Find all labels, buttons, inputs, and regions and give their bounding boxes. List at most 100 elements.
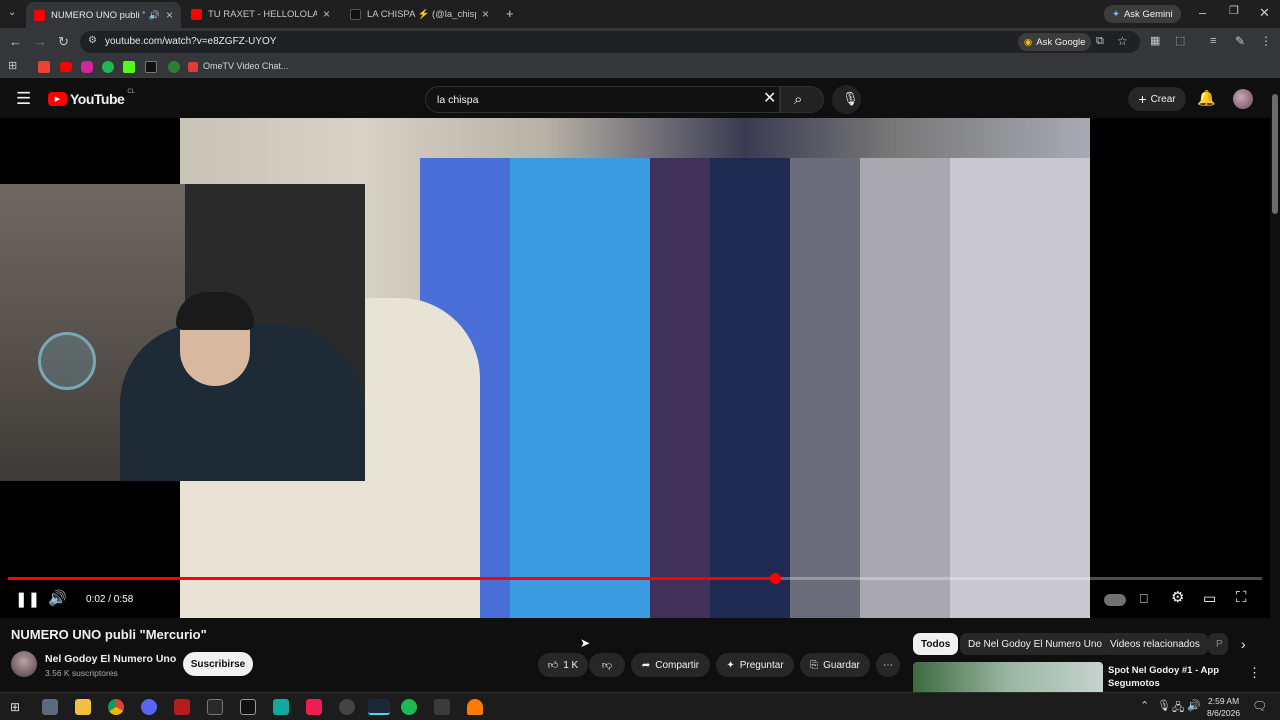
volume-icon[interactable]: 🔊 [48, 591, 67, 606]
apps-grid-icon[interactable]: ⊞ [8, 61, 17, 72]
clock-time[interactable]: 2:59 AM [1208, 696, 1239, 706]
avatar[interactable] [1233, 89, 1253, 109]
video-player[interactable]: ❚❚ 🔊 0:02 / 0:58 ⎕ ⚙ ▭ ⛶ [0, 118, 1270, 618]
restore-icon[interactable]: ❐ [1229, 6, 1239, 17]
install-app-icon[interactable]: ⧉ [1096, 36, 1104, 47]
bookmark-star-icon[interactable]: ☆ [1117, 35, 1128, 47]
green-bookmark-icon[interactable] [102, 61, 114, 73]
microphone-tray-icon[interactable]: 🎙 [1157, 699, 1171, 712]
voice-search-button[interactable]: 🎙 [832, 85, 861, 114]
steam-icon[interactable] [368, 699, 390, 715]
settings-gear-icon[interactable]: ⚙ [1171, 590, 1184, 605]
ometv-bookmark-label[interactable]: OmeTV Video Chat... [203, 61, 288, 71]
chips-next-chevron-icon[interactable]: › [1241, 636, 1246, 652]
hamburger-menu-icon[interactable]: ☰ [16, 90, 31, 107]
app-orange-icon[interactable] [467, 699, 483, 715]
reading-list-icon[interactable]: ≡ [1210, 36, 1216, 47]
related-video-thumbnail[interactable] [913, 662, 1103, 692]
app-green-icon[interactable] [273, 699, 289, 715]
chip-todos[interactable]: Todos [913, 633, 959, 655]
autoplay-toggle[interactable] [1104, 594, 1126, 606]
speaker-tray-icon[interactable]: 🔊 [1187, 699, 1201, 712]
page-scrollbar[interactable] [1270, 80, 1280, 692]
windows-start-icon[interactable]: ⊞ [10, 700, 20, 714]
clock-date[interactable]: 8/6/2026 [1207, 708, 1240, 718]
dislike-button[interactable]: 👎︎ [589, 653, 625, 677]
scrollbar-thumb[interactable] [1272, 94, 1278, 214]
search-icon: ⌕ [794, 91, 803, 108]
ask-button[interactable]: ✦ Preguntar [716, 653, 794, 677]
scrubber-handle[interactable] [770, 573, 781, 584]
forward-icon[interactable]: → [34, 35, 47, 48]
reload-icon[interactable]: ↻ [58, 35, 69, 48]
search-button[interactable]: ⌕ [780, 86, 824, 113]
ometv-bookmark-icon[interactable] [188, 62, 198, 72]
green-dot-bookmark-icon[interactable] [168, 61, 180, 73]
fullscreen-icon[interactable]: ⛶ [1236, 590, 1247, 605]
capcut-icon[interactable] [240, 699, 256, 715]
search-input[interactable]: la chispa ✕ [425, 86, 780, 113]
tab-numero-uno[interactable]: NUMERO UNO publi "Merc 🔊 × [26, 2, 181, 28]
tab-la-chispa[interactable]: LA CHISPA ⚡ (@la_chispa_ofi × [342, 3, 497, 25]
profile-icon[interactable]: ✎ [1235, 35, 1245, 47]
create-button[interactable]: + Crear [1128, 87, 1186, 111]
tray-chevron-icon[interactable]: ⌃ [1140, 699, 1149, 712]
new-tab-icon[interactable]: + [506, 7, 514, 20]
extensions-icon[interactable]: ⬚ [1175, 36, 1185, 47]
ask-gemini-button[interactable]: ✦ Ask Gemini [1104, 5, 1181, 23]
app-red-icon[interactable] [174, 699, 190, 715]
chip-label: P [1216, 638, 1223, 650]
chip-channel[interactable]: De Nel Godoy El Numero Uno [960, 633, 1110, 655]
gmail-bookmark-icon[interactable] [38, 61, 50, 73]
back-icon[interactable]: ← [9, 35, 22, 48]
file-explorer-icon[interactable] [75, 699, 91, 715]
minimize-icon[interactable]: – [1199, 6, 1206, 19]
chip-related[interactable]: Videos relacionados [1102, 633, 1208, 655]
youtube-logo[interactable]: ▶ YouTube CL [48, 89, 135, 107]
tiktok-app-icon[interactable] [306, 699, 322, 715]
epic-games-icon[interactable] [207, 699, 223, 715]
kick-bookmark-icon[interactable] [123, 61, 135, 73]
more-actions-button[interactable]: ⋯ [876, 653, 900, 677]
address-bar[interactable]: ⚙ youtube.com/watch?v=e8ZGFZ-UYOY ◉ Ask … [80, 31, 1140, 53]
audio-icon[interactable]: 🔊 [149, 10, 160, 21]
youtube-bookmark-icon[interactable] [60, 62, 72, 72]
notifications-bell-icon[interactable]: 🔔 [1197, 89, 1216, 107]
gemini-sparkle-icon: ✦ [1112, 8, 1120, 20]
chrome-icon[interactable] [108, 699, 124, 715]
progress-bar[interactable] [8, 573, 1262, 584]
sparkle-icon: ✦ [726, 659, 735, 671]
qr-icon[interactable]: ▦ [1150, 36, 1160, 47]
tab-tu-raxet[interactable]: TU RAXET - HELLOLOLA (VIDEO × [183, 3, 338, 25]
app-clock-icon[interactable] [339, 699, 355, 715]
tab-search-icon[interactable]: ⌄ [8, 8, 16, 18]
channel-avatar[interactable] [11, 651, 37, 677]
like-button[interactable]: 👍︎ 1 K [538, 653, 588, 677]
clear-search-icon[interactable]: ✕ [763, 91, 776, 107]
related-more-icon[interactable]: ⋮ [1248, 665, 1261, 681]
related-video-title[interactable]: Spot Nel Godoy #1 - App Segumotos [1108, 664, 1238, 690]
chip-partial[interactable]: P [1208, 633, 1228, 655]
subtitles-icon[interactable]: ⎕ [1140, 592, 1148, 605]
ask-google-button[interactable]: ◉ Ask Google [1018, 33, 1092, 51]
spotify-icon[interactable] [401, 699, 417, 715]
discord-icon[interactable] [141, 699, 157, 715]
tiktok-bookmark-icon[interactable] [145, 61, 157, 73]
close-window-icon[interactable]: ✕ [1259, 6, 1270, 19]
pause-icon[interactable]: ❚❚ [15, 592, 40, 607]
instagram-bookmark-icon[interactable] [81, 61, 93, 73]
close-tab-icon[interactable]: × [166, 8, 173, 22]
share-button[interactable]: ➦ Compartir [631, 653, 710, 677]
app-controller-icon[interactable] [434, 699, 450, 715]
subscribe-button[interactable]: Suscribirse [183, 652, 253, 676]
site-info-icon[interactable]: ⚙ [88, 36, 97, 46]
close-tab-icon[interactable]: × [323, 7, 330, 21]
close-tab-icon[interactable]: × [482, 7, 489, 21]
task-view-icon[interactable] [42, 699, 58, 715]
save-button[interactable]: ⎘ Guardar [800, 653, 870, 677]
channel-name[interactable]: Nel Godoy El Numero Uno [45, 653, 176, 665]
network-icon[interactable]: 🖧 [1172, 699, 1184, 718]
notification-center-icon[interactable]: 🗨 [1252, 699, 1267, 713]
menu-icon[interactable]: ⋮ [1260, 35, 1272, 47]
theater-mode-icon[interactable]: ▭ [1203, 591, 1216, 605]
